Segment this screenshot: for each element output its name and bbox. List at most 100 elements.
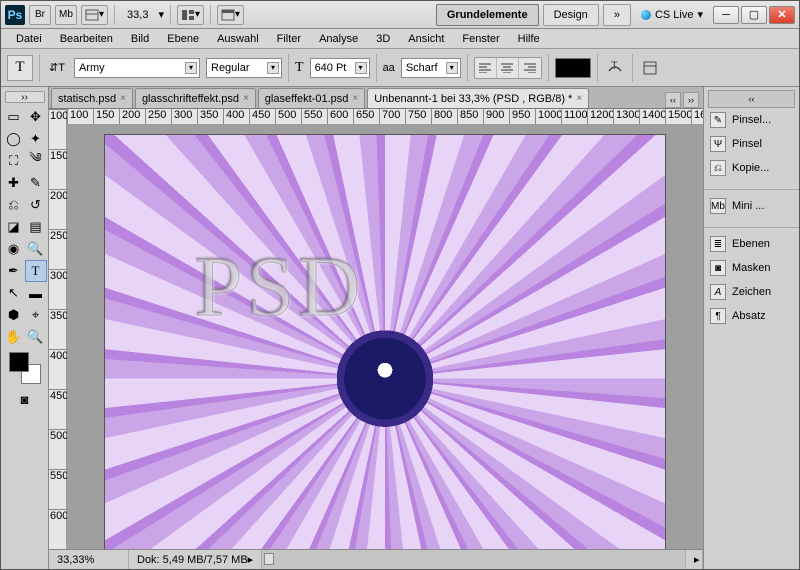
eyedropper-tool[interactable]: ༄ <box>25 150 47 172</box>
right-panels: ‹‹ ✎Pinsel... ΨPinsel ⎌Kopie... MbMini .… <box>703 87 799 569</box>
title-bar: Ps Br Mb ▾ 33,3▾ ▾ ▾ Grundelemente Desig… <box>1 1 799 29</box>
tab-unbenannt[interactable]: Unbenannt-1 bei 33,3% (PSD , RGB/8) *× <box>367 88 589 108</box>
minibridge-icon: Mb <box>710 198 726 214</box>
view-extras-button[interactable]: ▾ <box>81 5 108 25</box>
warp-text-icon[interactable]: T <box>604 57 626 79</box>
char-panel-icon[interactable] <box>639 57 661 79</box>
marquee-tool[interactable]: ▭ <box>3 106 25 128</box>
status-bar: 33,33% Dok: 5,49 MB/7,57 MB ▸ ▸ <box>49 549 703 569</box>
tab-prev[interactable]: ‹‹ <box>665 92 681 108</box>
panel-kopie[interactable]: ⎌Kopie... <box>704 156 799 180</box>
chevron-down-icon[interactable]: ▾ <box>355 62 367 74</box>
toolbox-collapse[interactable]: ›› <box>5 91 45 103</box>
antialias-select[interactable]: Scharf▾ <box>401 58 461 78</box>
cslive-button[interactable]: CS Live ▾ <box>635 8 709 21</box>
eraser-tool[interactable]: ◪ <box>3 216 25 238</box>
type-tool-indicator[interactable]: T <box>7 55 33 81</box>
menu-filter[interactable]: Filter <box>268 31 310 47</box>
menu-analyse[interactable]: Analyse <box>310 31 367 47</box>
menu-hilfe[interactable]: Hilfe <box>509 31 549 47</box>
menu-auswahl[interactable]: Auswahl <box>208 31 268 47</box>
close-icon[interactable]: × <box>120 93 126 104</box>
scroll-right[interactable]: ▸ <box>686 550 703 569</box>
document-image: PSD <box>105 135 665 549</box>
status-doc[interactable]: Dok: 5,49 MB/7,57 MB ▸ <box>129 550 262 569</box>
close-icon[interactable]: × <box>243 93 249 104</box>
text-align-group <box>474 57 542 79</box>
close-icon[interactable]: × <box>576 93 582 104</box>
panel-zeichen[interactable]: AZeichen <box>704 280 799 304</box>
panel-expand[interactable]: ‹‹ <box>708 90 795 108</box>
tab-glasschrift[interactable]: glasschrifteffekt.psd× <box>135 88 256 108</box>
menu-ansicht[interactable]: Ansicht <box>399 31 453 47</box>
workspace-design[interactable]: Design <box>543 4 599 26</box>
tab-glaseffekt[interactable]: glaseffekt-01.psd× <box>258 88 365 108</box>
zoom-tool[interactable]: 🔍 <box>25 326 47 348</box>
3d-camera-tool[interactable]: ⌖ <box>25 304 47 326</box>
fg-color[interactable] <box>9 352 29 372</box>
window-minimize[interactable]: ─ <box>713 6 739 24</box>
ruler-horizontal[interactable]: 1001502002503003504004505005506006507007… <box>67 109 703 125</box>
canvas[interactable]: PSD <box>67 125 703 549</box>
gradient-tool[interactable]: ▤ <box>25 216 47 238</box>
tab-statisch[interactable]: statisch.psd× <box>51 88 133 108</box>
brush-preset-icon: ✎ <box>710 112 726 128</box>
menu-datei[interactable]: Datei <box>7 31 51 47</box>
ruler-vertical[interactable]: 1001502002503003504004505005506006507007… <box>49 109 67 549</box>
chevron-down-icon[interactable]: ▾ <box>185 62 197 74</box>
panel-minibridge[interactable]: MbMini ... <box>704 194 799 218</box>
font-family-select[interactable]: Army▾ <box>74 58 200 78</box>
cslive-icon <box>641 10 651 20</box>
shape-tool[interactable]: ▬ <box>25 282 47 304</box>
status-zoom[interactable]: 33,33% <box>49 550 129 569</box>
menu-ebene[interactable]: Ebene <box>158 31 208 47</box>
panel-masken[interactable]: ◙Masken <box>704 256 799 280</box>
screen-mode-button[interactable]: ▾ <box>217 5 244 25</box>
panel-absatz[interactable]: ¶Absatz <box>704 304 799 328</box>
chevron-down-icon[interactable]: ▾ <box>267 62 279 74</box>
window-close[interactable]: ✕ <box>769 6 795 24</box>
move-tool[interactable]: ✥ <box>25 106 47 128</box>
text-color-swatch[interactable] <box>555 58 591 78</box>
window-maximize[interactable]: ▢ <box>741 6 767 24</box>
zoom-level[interactable]: 33,3 <box>121 9 154 21</box>
font-size-select[interactable]: 640 Pt▾ <box>310 58 370 78</box>
hand-tool[interactable]: ✋ <box>3 326 25 348</box>
font-style-select[interactable]: Regular▾ <box>206 58 282 78</box>
menu-bild[interactable]: Bild <box>122 31 158 47</box>
history-brush-tool[interactable]: ↺ <box>25 194 47 216</box>
blur-tool[interactable]: ◉ <box>3 238 25 260</box>
3d-tool[interactable]: ⬢ <box>3 304 25 326</box>
color-swatches[interactable] <box>9 352 41 384</box>
path-tool[interactable]: ↖ <box>3 282 25 304</box>
menu-3d[interactable]: 3D <box>367 31 399 47</box>
panel-pinsel[interactable]: ΨPinsel <box>704 132 799 156</box>
menu-fenster[interactable]: Fenster <box>453 31 508 47</box>
workspace-grundelemente[interactable]: Grundelemente <box>436 4 539 26</box>
tab-next[interactable]: ›› <box>683 92 699 108</box>
align-center[interactable] <box>497 58 519 78</box>
close-icon[interactable]: × <box>352 93 358 104</box>
size-icon: T <box>295 60 304 76</box>
bridge-button[interactable]: Br <box>29 5 51 25</box>
heal-tool[interactable]: ✚ <box>3 172 25 194</box>
dodge-tool[interactable]: 🔍 <box>25 238 47 260</box>
panel-ebenen[interactable]: ≣Ebenen <box>704 232 799 256</box>
quickmask-toggle[interactable]: ◙ <box>14 388 36 410</box>
minibridge-button[interactable]: Mb <box>55 5 77 25</box>
align-right[interactable] <box>519 58 541 78</box>
align-left[interactable] <box>475 58 497 78</box>
chevron-down-icon[interactable]: ▾ <box>446 62 458 74</box>
lasso-tool[interactable]: ◯ <box>3 128 25 150</box>
crop-tool[interactable]: ⛶ <box>3 150 25 172</box>
type-tool[interactable]: T <box>25 260 47 282</box>
h-scrollbar[interactable] <box>262 550 686 569</box>
workspace-more[interactable]: » <box>603 4 631 26</box>
pen-tool[interactable]: ✒ <box>3 260 25 282</box>
arrange-button[interactable]: ▾ <box>177 5 204 25</box>
panel-pinselpreset[interactable]: ✎Pinsel... <box>704 108 799 132</box>
stamp-tool[interactable]: ⎌ <box>3 194 25 216</box>
menu-bearbeiten[interactable]: Bearbeiten <box>51 31 122 47</box>
orientation-icon[interactable]: ⇵T <box>46 57 68 79</box>
brush-tool[interactable]: ✎ <box>25 172 47 194</box>
